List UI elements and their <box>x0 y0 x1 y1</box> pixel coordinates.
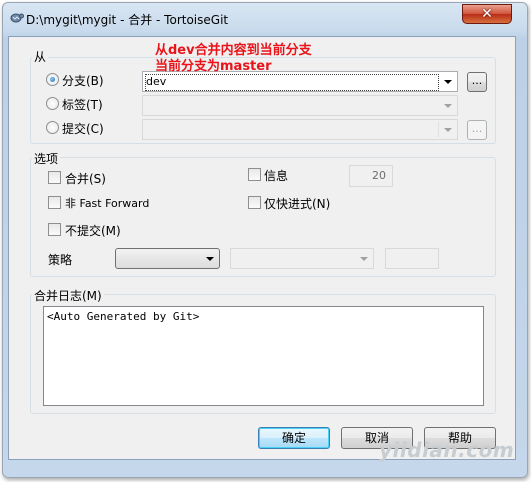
branch-browse-button[interactable]: ... <box>467 72 487 92</box>
options-group-label: 选项 <box>32 150 61 167</box>
ok-button[interactable]: 确定 <box>258 427 330 449</box>
branch-combo[interactable]: dev <box>142 71 458 92</box>
no-commit-label[interactable]: 不提交(M) <box>65 222 121 239</box>
chevron-down-icon <box>444 128 452 132</box>
tag-combo[interactable] <box>142 95 458 116</box>
window-title: D:\mygit\mygit - 合并 - TortoiseGit <box>26 13 229 27</box>
tortoisegit-app-icon <box>10 13 24 23</box>
watermark-text: yiidian.com <box>379 438 515 462</box>
squash-checkbox[interactable] <box>48 171 61 184</box>
branch-radio-label[interactable]: 分支(B) <box>62 72 104 89</box>
commit-radio-label[interactable]: 提交(C) <box>62 120 104 137</box>
commit-radio[interactable] <box>46 121 59 134</box>
tag-radio-label[interactable]: 标签(T) <box>62 96 103 113</box>
merge-log-text: <Auto Generated by Git> <box>47 310 200 323</box>
branch-radio[interactable] <box>46 73 59 86</box>
close-button[interactable]: ✕ <box>462 4 512 24</box>
chevron-down-icon <box>206 257 214 261</box>
no-ff-checkbox[interactable] <box>48 196 61 209</box>
message-checkbox[interactable] <box>248 168 261 181</box>
strategy-combo[interactable] <box>115 248 220 269</box>
merge-log-group-label: 合并日志(M) <box>32 287 104 304</box>
strategy-label: 策略 <box>48 253 73 267</box>
message-count-field[interactable]: 20 <box>349 165 393 187</box>
ff-only-label[interactable]: 仅快进式(N) <box>264 195 330 212</box>
message-label[interactable]: 信息 <box>264 167 288 184</box>
message-count-value: 20 <box>372 169 386 182</box>
tag-radio[interactable] <box>46 97 59 110</box>
strategy-option-combo[interactable] <box>230 248 374 269</box>
strategy-param-field[interactable] <box>385 248 439 269</box>
ff-only-checkbox[interactable] <box>248 196 261 209</box>
chevron-down-icon <box>444 104 452 108</box>
commit-combo[interactable] <box>142 119 458 140</box>
chevron-down-icon <box>444 80 452 84</box>
branch-combo-value: dev <box>146 75 167 88</box>
chevron-down-icon <box>360 257 368 261</box>
squash-label[interactable]: 合并(S) <box>65 170 106 187</box>
merge-log-textarea[interactable]: <Auto Generated by Git> <box>43 306 484 406</box>
close-icon: ✕ <box>481 6 493 22</box>
no-ff-label[interactable]: 非 Fast Forward <box>65 195 149 211</box>
no-commit-checkbox[interactable] <box>48 223 61 236</box>
from-group-label: 从 <box>32 48 49 65</box>
annotation-line-2: 当前分支为master <box>155 59 272 74</box>
commit-browse-button[interactable]: ... <box>467 120 487 140</box>
